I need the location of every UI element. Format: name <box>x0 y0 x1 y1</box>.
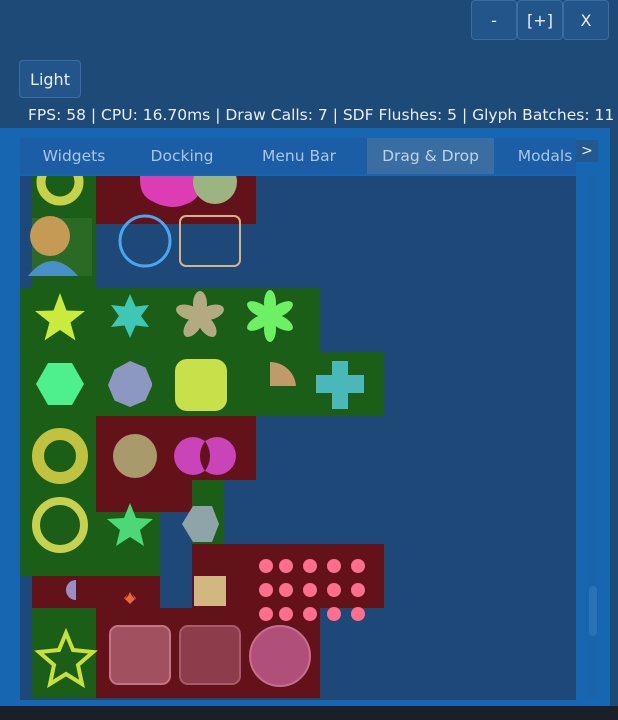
rounded-square-shape[interactable] <box>179 625 241 685</box>
shape-grid <box>20 176 384 698</box>
performance-stats: FPS: 58 | CPU: 16.70ms | Draw Calls: 7 |… <box>28 106 615 124</box>
maximize-button[interactable]: [+] <box>517 0 563 40</box>
window-bottom-edge <box>0 706 618 720</box>
tab-modals[interactable]: Modals <box>500 138 576 174</box>
rounded-square-shape[interactable] <box>175 359 227 411</box>
tab-menu-bar[interactable]: Menu Bar <box>236 138 362 174</box>
cell-bg-red <box>160 544 384 608</box>
content-scrollbar-thumb[interactable] <box>589 586 597 636</box>
minimize-button[interactable]: - <box>471 0 517 40</box>
vesica-shape[interactable] <box>174 437 236 475</box>
cell-bg-red <box>96 480 192 512</box>
avatar-head-shape[interactable] <box>30 216 70 256</box>
close-button[interactable]: X <box>563 0 609 40</box>
tab-drag-drop[interactable]: Drag & Drop <box>367 138 494 174</box>
tab-overflow-button[interactable]: > <box>576 140 598 162</box>
circle-shape[interactable] <box>113 434 157 478</box>
theme-toggle-button[interactable]: Light <box>19 60 81 98</box>
cell-bg-empty <box>160 544 192 608</box>
drag-drop-canvas <box>20 176 576 700</box>
square-shape[interactable] <box>194 576 226 606</box>
tab-widgets[interactable]: Widgets <box>20 138 128 174</box>
rounded-square-shape[interactable] <box>109 625 171 685</box>
tab-docking[interactable]: Docking <box>128 138 236 174</box>
circle-shape[interactable] <box>249 625 311 687</box>
cell-bg-red <box>32 576 160 608</box>
tab-bar: Widgets Docking Menu Bar Drag & Drop Mod… <box>20 138 576 174</box>
